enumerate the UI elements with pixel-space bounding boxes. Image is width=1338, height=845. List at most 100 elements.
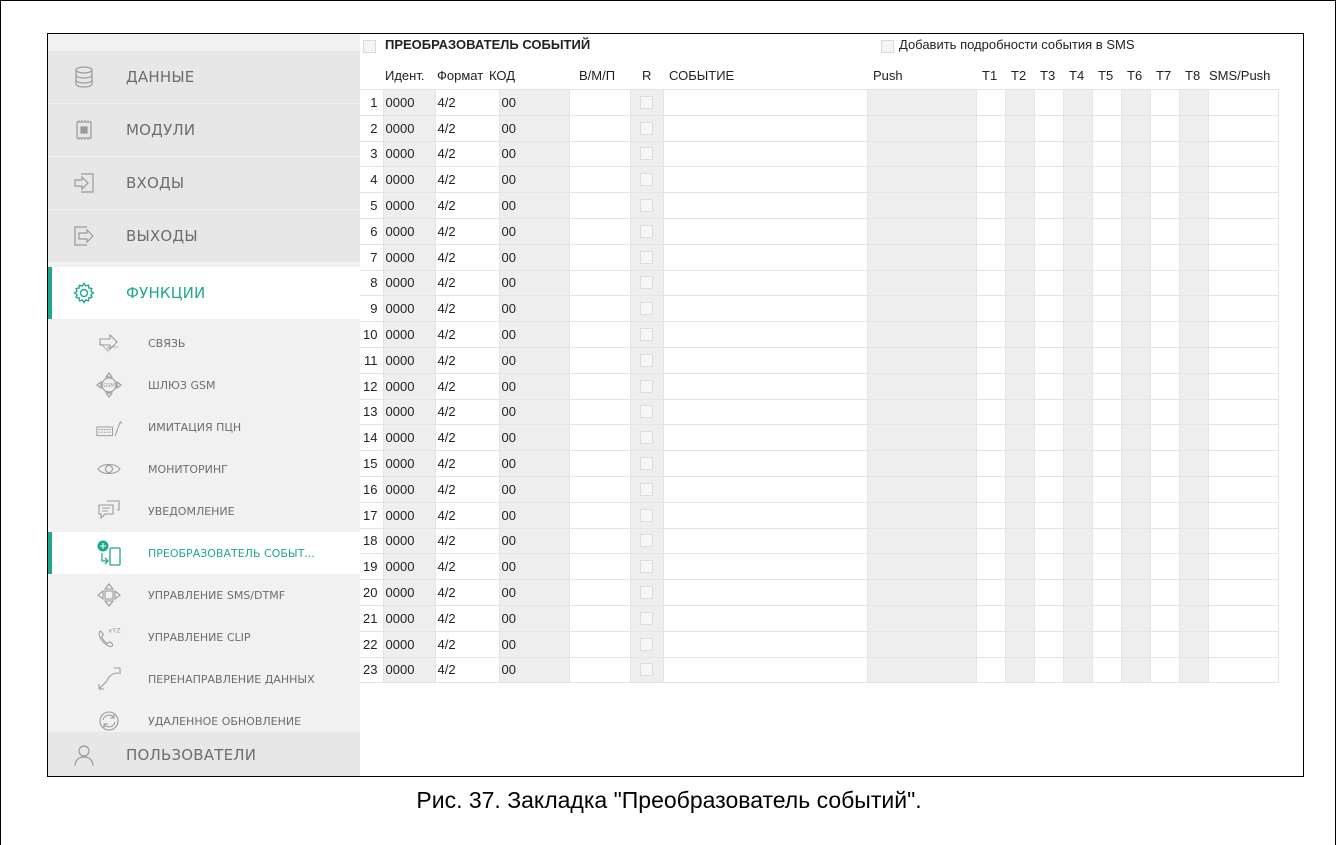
id-cell[interactable]: 0000 bbox=[382, 295, 436, 323]
code-cell[interactable]: 00 bbox=[498, 501, 570, 529]
code-cell[interactable]: 00 bbox=[498, 450, 570, 477]
id-cell[interactable]: 0000 bbox=[382, 372, 436, 400]
t1-cell[interactable] bbox=[975, 217, 1006, 245]
bmp-cell[interactable] bbox=[568, 114, 631, 142]
code-cell[interactable]: 00 bbox=[498, 166, 570, 194]
push-cell[interactable] bbox=[866, 501, 977, 529]
t1-cell[interactable] bbox=[975, 656, 1006, 684]
r-checkbox-cell[interactable] bbox=[629, 450, 664, 477]
t6-cell[interactable] bbox=[1120, 424, 1151, 452]
sms-push-cell[interactable] bbox=[1207, 295, 1279, 323]
sms-push-cell[interactable] bbox=[1207, 346, 1279, 374]
push-cell[interactable] bbox=[866, 140, 977, 168]
t8-cell[interactable] bbox=[1178, 114, 1209, 142]
id-cell[interactable]: 0000 bbox=[382, 501, 436, 529]
event-cell[interactable] bbox=[662, 114, 868, 142]
t1-cell[interactable] bbox=[975, 527, 1006, 555]
r-checkbox-cell[interactable] bbox=[629, 89, 664, 116]
r-checkbox-cell[interactable] bbox=[629, 630, 664, 658]
event-cell[interactable] bbox=[662, 656, 868, 684]
t7-cell[interactable] bbox=[1149, 579, 1180, 606]
t5-cell[interactable] bbox=[1091, 321, 1122, 348]
bmp-cell[interactable] bbox=[568, 192, 631, 219]
t2-cell[interactable] bbox=[1004, 475, 1035, 503]
sms-push-cell[interactable] bbox=[1207, 527, 1279, 555]
bmp-cell[interactable] bbox=[568, 372, 631, 400]
t8-cell[interactable] bbox=[1178, 630, 1209, 658]
t7-cell[interactable] bbox=[1149, 166, 1180, 194]
t6-cell[interactable] bbox=[1120, 166, 1151, 194]
code-cell[interactable]: 00 bbox=[498, 656, 570, 684]
push-cell[interactable] bbox=[866, 630, 977, 658]
t2-cell[interactable] bbox=[1004, 553, 1035, 581]
id-cell[interactable]: 0000 bbox=[382, 166, 436, 194]
format-cell[interactable]: 4/2 bbox=[434, 295, 500, 323]
t1-cell[interactable] bbox=[975, 604, 1006, 632]
r-checkbox-cell[interactable] bbox=[629, 166, 664, 194]
t4-cell[interactable] bbox=[1062, 630, 1093, 658]
t4-cell[interactable] bbox=[1062, 501, 1093, 529]
event-cell[interactable] bbox=[662, 398, 868, 426]
t1-cell[interactable] bbox=[975, 450, 1006, 477]
t7-cell[interactable] bbox=[1149, 501, 1180, 529]
event-cell[interactable] bbox=[662, 604, 868, 632]
id-cell[interactable]: 0000 bbox=[382, 656, 436, 684]
r-checkbox-cell[interactable] bbox=[629, 269, 664, 297]
r-checkbox-cell[interactable] bbox=[629, 372, 664, 400]
format-cell[interactable]: 4/2 bbox=[434, 166, 500, 194]
r-checkbox[interactable] bbox=[640, 173, 653, 187]
t3-cell[interactable] bbox=[1033, 89, 1064, 116]
format-cell[interactable]: 4/2 bbox=[434, 424, 500, 452]
t4-cell[interactable] bbox=[1062, 217, 1093, 245]
t7-cell[interactable] bbox=[1149, 295, 1180, 323]
t1-cell[interactable] bbox=[975, 321, 1006, 348]
code-cell[interactable]: 00 bbox=[498, 269, 570, 297]
t4-cell[interactable] bbox=[1062, 140, 1093, 168]
bmp-cell[interactable] bbox=[568, 501, 631, 529]
t8-cell[interactable] bbox=[1178, 192, 1209, 219]
push-cell[interactable] bbox=[866, 527, 977, 555]
sidebar-item-outputs[interactable]: ВЫХОДЫ bbox=[48, 210, 360, 262]
t6-cell[interactable] bbox=[1120, 630, 1151, 658]
code-cell[interactable]: 00 bbox=[498, 192, 570, 219]
t4-cell[interactable] bbox=[1062, 166, 1093, 194]
format-cell[interactable]: 4/2 bbox=[434, 630, 500, 658]
t6-cell[interactable] bbox=[1120, 346, 1151, 374]
code-cell[interactable]: 00 bbox=[498, 630, 570, 658]
event-cell[interactable] bbox=[662, 346, 868, 374]
bmp-cell[interactable] bbox=[568, 346, 631, 374]
r-checkbox[interactable] bbox=[640, 121, 653, 135]
r-checkbox-cell[interactable] bbox=[629, 321, 664, 348]
t5-cell[interactable] bbox=[1091, 553, 1122, 581]
code-cell[interactable]: 00 bbox=[498, 321, 570, 348]
format-cell[interactable]: 4/2 bbox=[434, 372, 500, 400]
bmp-cell[interactable] bbox=[568, 269, 631, 297]
id-cell[interactable]: 0000 bbox=[382, 269, 436, 297]
sidebar-subitem-pstn-simulation[interactable]: ИМИТАЦИЯ ПЦН bbox=[48, 406, 360, 448]
t4-cell[interactable] bbox=[1062, 192, 1093, 219]
t3-cell[interactable] bbox=[1033, 450, 1064, 477]
t8-cell[interactable] bbox=[1178, 398, 1209, 426]
t5-cell[interactable] bbox=[1091, 114, 1122, 142]
t6-cell[interactable] bbox=[1120, 114, 1151, 142]
event-cell[interactable] bbox=[662, 475, 868, 503]
event-cell[interactable] bbox=[662, 140, 868, 168]
r-checkbox-cell[interactable] bbox=[629, 295, 664, 323]
r-checkbox[interactable] bbox=[640, 199, 653, 213]
t3-cell[interactable] bbox=[1033, 424, 1064, 452]
event-cell[interactable] bbox=[662, 192, 868, 219]
r-checkbox[interactable] bbox=[640, 534, 653, 548]
t5-cell[interactable] bbox=[1091, 501, 1122, 529]
t1-cell[interactable] bbox=[975, 295, 1006, 323]
event-cell[interactable] bbox=[662, 89, 868, 116]
t5-cell[interactable] bbox=[1091, 604, 1122, 632]
sidebar-subitem-monitoring[interactable]: МОНИТОРИНГ bbox=[48, 448, 360, 490]
t4-cell[interactable] bbox=[1062, 579, 1093, 606]
t7-cell[interactable] bbox=[1149, 553, 1180, 581]
sidebar-subitem-notification[interactable]: УВЕДОМЛЕНИЕ bbox=[48, 490, 360, 532]
t2-cell[interactable] bbox=[1004, 166, 1035, 194]
t1-cell[interactable] bbox=[975, 140, 1006, 168]
format-cell[interactable]: 4/2 bbox=[434, 501, 500, 529]
t7-cell[interactable] bbox=[1149, 243, 1180, 271]
t1-cell[interactable] bbox=[975, 166, 1006, 194]
